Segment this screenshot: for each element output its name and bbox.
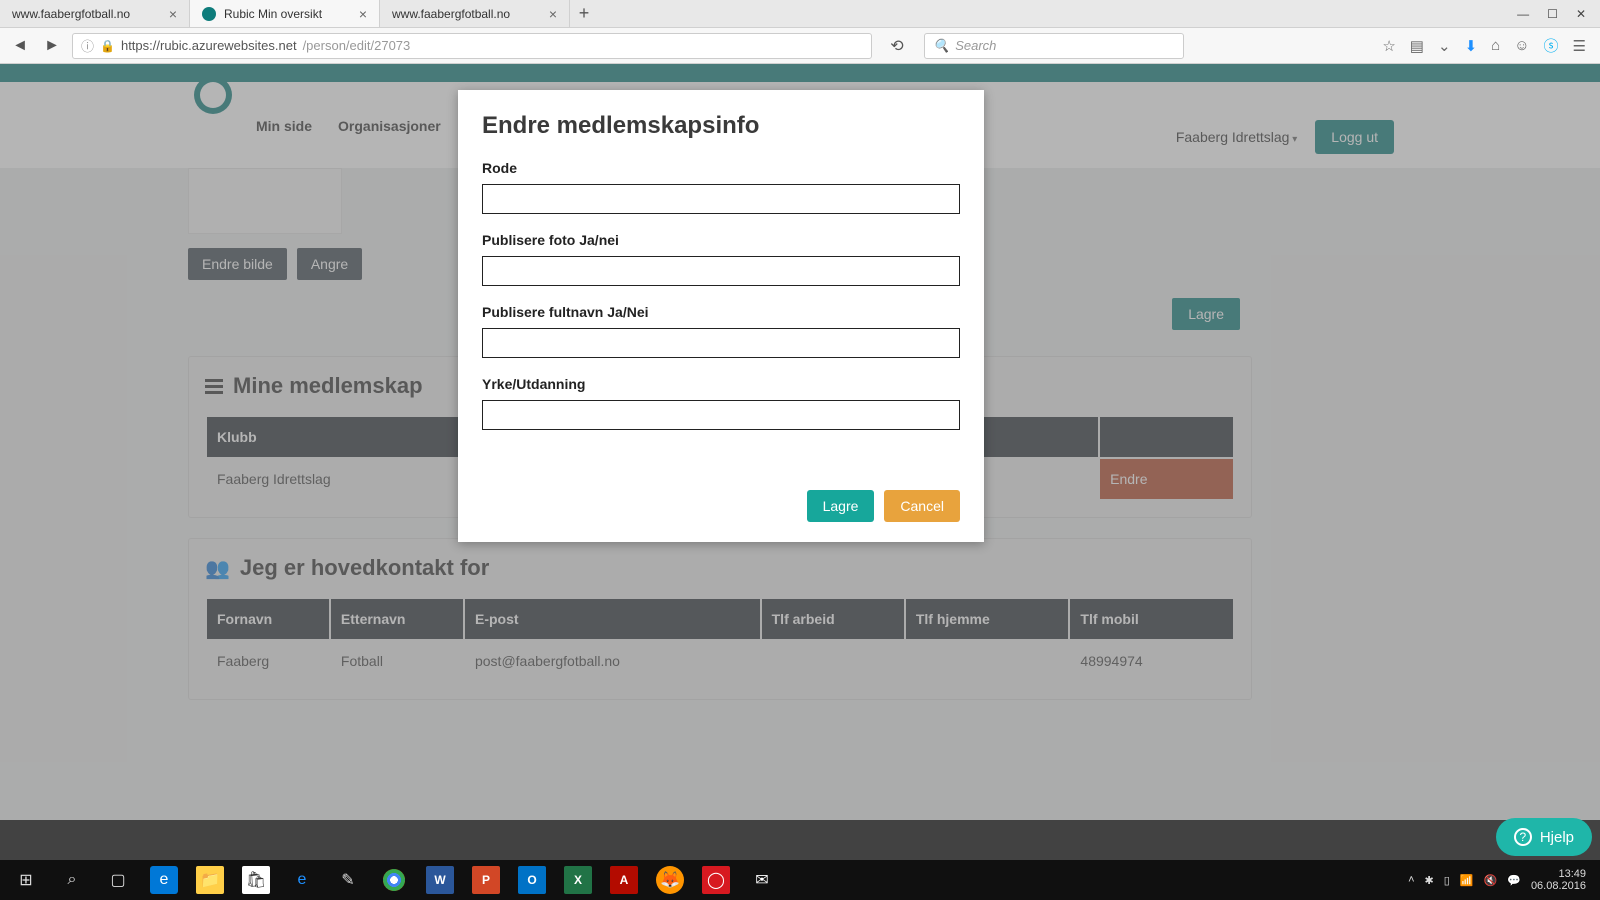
battery-icon[interactable]: ▯ — [1444, 874, 1450, 887]
rubic-favicon-icon — [202, 7, 216, 21]
acrobat-icon[interactable]: A — [610, 866, 638, 894]
taskbar-left: ⊞ ⌕ ▢ e 📁 🛍 e ✎ W P O X A 🦊 ◯ ✉ — [6, 866, 776, 894]
tray-icon[interactable]: ✱ — [1425, 874, 1434, 887]
url-host: https://rubic.azurewebsites.net — [121, 38, 297, 53]
browser-titlebar: www.faabergfotball.no × Rubic Min oversi… — [0, 0, 1600, 28]
search-bar[interactable]: 🔍 Search — [924, 33, 1184, 59]
label-fultnavn: Publisere fultnavn Ja/Nei — [482, 304, 960, 320]
tab-faaberg-2[interactable]: www.faabergfotball.no × — [380, 0, 570, 27]
skype-icon[interactable]: ⓢ — [1544, 35, 1559, 56]
bookmark-star-icon[interactable]: ☆ — [1382, 37, 1395, 55]
trend-icon[interactable]: ◯ — [702, 866, 730, 894]
input-fultnavn[interactable] — [482, 328, 960, 358]
powerpoint-icon[interactable]: P — [472, 866, 500, 894]
ie-icon[interactable]: e — [288, 866, 316, 894]
help-fab[interactable]: ? Hjelp — [1496, 818, 1592, 856]
firefox-icon[interactable]: 🦊 — [656, 866, 684, 894]
tab-label: www.faabergfotball.no — [12, 7, 130, 21]
taskbar-right: ˄ ✱ ▯ 📶 🔇 💬 13:49 06.08.2016 — [1408, 868, 1594, 892]
edge-icon[interactable]: e — [150, 866, 178, 894]
home-icon[interactable]: ⌂ — [1491, 37, 1500, 54]
wifi-icon[interactable]: 📶 — [1460, 874, 1474, 887]
tab-label: Rubic Min oversikt — [224, 7, 322, 21]
page-viewport: Min side Organisasjoner Faaberg Idrettsl… — [0, 64, 1600, 860]
downloads-icon[interactable]: ⬇ — [1465, 37, 1478, 55]
start-button[interactable]: ⊞ — [12, 866, 40, 894]
input-rode[interactable] — [482, 184, 960, 214]
window-controls: — ☐ ✕ — [1503, 0, 1600, 27]
tray-chevron-icon[interactable]: ˄ — [1408, 874, 1414, 886]
label-foto: Publisere foto Ja/nei — [482, 232, 960, 248]
store-icon[interactable]: 🛍 — [242, 866, 270, 894]
close-icon[interactable]: × — [359, 6, 367, 22]
menu-icon[interactable]: ☰ — [1573, 37, 1586, 55]
smiley-icon[interactable]: ☺ — [1514, 37, 1529, 54]
clock-time: 13:49 — [1531, 868, 1586, 880]
label-rode: Rode — [482, 160, 960, 176]
browser-tabs: www.faabergfotball.no × Rubic Min oversi… — [0, 0, 1503, 27]
windows-taskbar: ⊞ ⌕ ▢ e 📁 🛍 e ✎ W P O X A 🦊 ◯ ✉ ˄ ✱ ▯ 📶 … — [0, 860, 1600, 900]
lock-icon: 🔒 — [100, 39, 115, 53]
field-rode: Rode — [482, 160, 960, 214]
tab-rubic[interactable]: Rubic Min oversikt × — [190, 0, 380, 27]
url-path: /person/edit/27073 — [303, 38, 411, 53]
back-button[interactable]: ◄ — [8, 34, 32, 58]
search-placeholder: Search — [955, 38, 996, 53]
outlook-icon[interactable]: O — [518, 866, 546, 894]
excel-icon[interactable]: X — [564, 866, 592, 894]
word-icon[interactable]: W — [426, 866, 454, 894]
field-foto: Publisere foto Ja/nei — [482, 232, 960, 286]
browser-toolbar: ◄ ► ⓘ 🔒 https://rubic.azurewebsites.net/… — [0, 28, 1600, 64]
help-label: Hjelp — [1540, 829, 1574, 846]
close-icon[interactable]: × — [549, 6, 557, 22]
file-explorer-icon[interactable]: 📁 — [196, 866, 224, 894]
taskbar-clock[interactable]: 13:49 06.08.2016 — [1531, 868, 1586, 892]
new-tab-button[interactable]: + — [570, 0, 598, 27]
modal-title: Endre medlemskapsinfo — [482, 112, 960, 140]
modal-save-button[interactable]: Lagre — [807, 490, 875, 522]
mail-icon[interactable]: ✉ — [748, 866, 776, 894]
reload-button[interactable]: ⟲ — [886, 36, 908, 56]
edit-membership-modal: Endre medlemskapsinfo Rode Publisere fot… — [458, 90, 984, 542]
field-yrke: Yrke/Utdanning — [482, 376, 960, 430]
minimize-icon[interactable]: — — [1517, 7, 1529, 21]
close-icon[interactable]: × — [169, 6, 177, 22]
clock-date: 06.08.2016 — [1531, 880, 1586, 892]
label-yrke: Yrke/Utdanning — [482, 376, 960, 392]
modal-cancel-button[interactable]: Cancel — [884, 490, 960, 522]
close-window-icon[interactable]: ✕ — [1576, 7, 1586, 21]
chrome-icon[interactable] — [380, 866, 408, 894]
app-icon[interactable]: ✎ — [334, 866, 362, 894]
tab-label: www.faabergfotball.no — [392, 7, 510, 21]
help-icon: ? — [1514, 828, 1532, 846]
search-icon: 🔍 — [933, 38, 949, 54]
url-bar[interactable]: ⓘ 🔒 https://rubic.azurewebsites.net/pers… — [72, 33, 872, 59]
maximize-icon[interactable]: ☐ — [1547, 7, 1558, 21]
reader-icon[interactable]: ▤ — [1410, 37, 1424, 55]
toolbar-right-icons: ☆ ▤ ⌄ ⬇ ⌂ ☺ ⓢ ☰ — [1382, 35, 1592, 56]
search-taskbar-icon[interactable]: ⌕ — [58, 866, 86, 894]
taskview-icon[interactable]: ▢ — [104, 866, 132, 894]
volume-icon[interactable]: 🔇 — [1484, 874, 1498, 887]
input-foto[interactable] — [482, 256, 960, 286]
notifications-icon[interactable]: 💬 — [1507, 874, 1521, 887]
forward-button[interactable]: ► — [40, 34, 64, 58]
info-icon: ⓘ — [81, 36, 94, 55]
tab-faaberg-1[interactable]: www.faabergfotball.no × — [0, 0, 190, 27]
modal-buttons: Lagre Cancel — [482, 490, 960, 522]
input-yrke[interactable] — [482, 400, 960, 430]
pocket-icon[interactable]: ⌄ — [1438, 37, 1451, 55]
field-fultnavn: Publisere fultnavn Ja/Nei — [482, 304, 960, 358]
